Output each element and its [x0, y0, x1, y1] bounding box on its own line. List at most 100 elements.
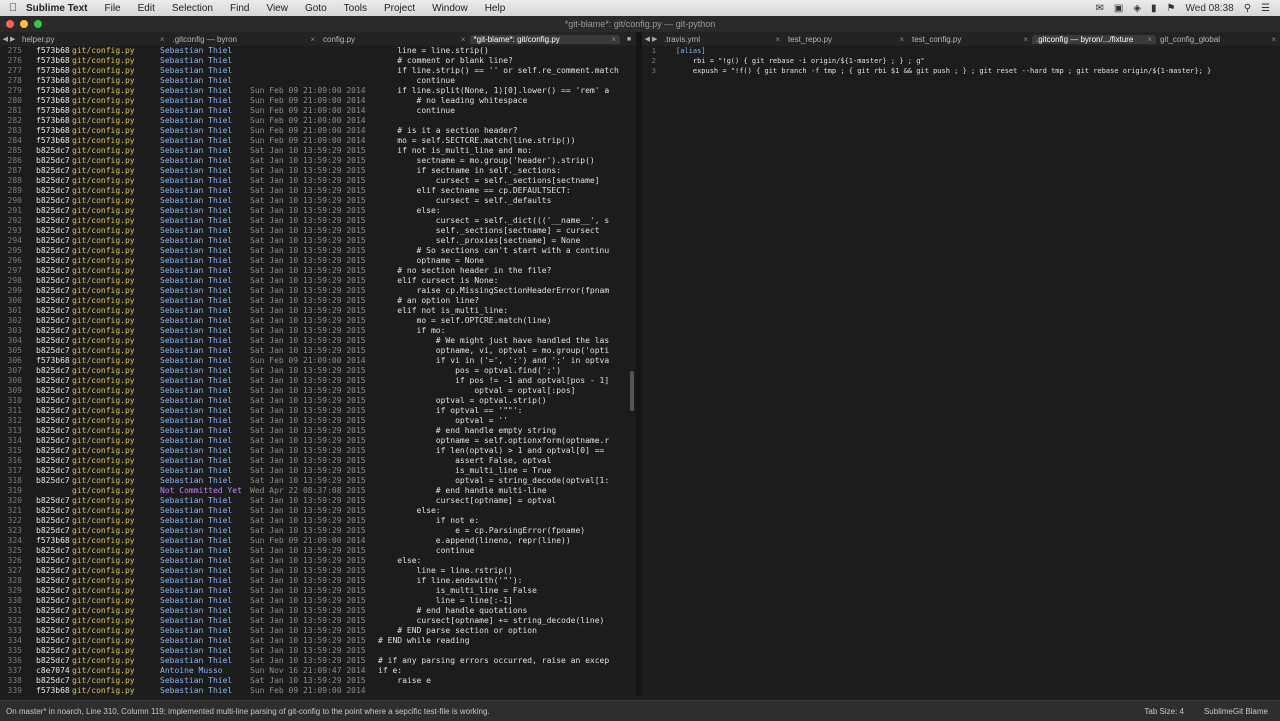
close-tab-icon[interactable]: × [1023, 35, 1028, 44]
menu-edit[interactable]: Edit [138, 3, 155, 14]
menu-tools[interactable]: Tools [344, 3, 367, 14]
commit-hash: b825dc7 [36, 456, 70, 465]
file-path: git/config.py [72, 446, 135, 455]
commit-date: Sat Jan 10 13:59:29 2015 [250, 306, 366, 315]
menu-selection[interactable]: Selection [172, 3, 213, 14]
tab-test-repo[interactable]: test_repo.py × [784, 35, 908, 44]
commit-date: Sat Jan 10 13:59:29 2015 [250, 416, 366, 425]
commit-date: Sat Jan 10 13:59:29 2015 [250, 186, 366, 195]
commit-date: Sat Jan 10 13:59:29 2015 [250, 526, 366, 535]
syntax-indicator[interactable]: SublimeGit Blame [1204, 707, 1268, 716]
tab-gitconfig-byron[interactable]: .gitconfig — byron × [169, 35, 320, 44]
close-tab-icon[interactable]: × [1147, 35, 1152, 44]
menu-help[interactable]: Help [485, 3, 506, 14]
line-number: 300 [7, 296, 22, 305]
blame-row: 298 b825dc7 git/config.py Sebastian Thiel Sa… [0, 276, 370, 286]
file-path: git/config.py [72, 496, 135, 505]
zoom-window-button[interactable] [34, 20, 42, 28]
file-path: git/config.py [72, 126, 135, 135]
close-tab-icon[interactable]: × [160, 35, 165, 44]
commit-date: Sat Jan 10 13:59:29 2015 [250, 596, 366, 605]
tab-config[interactable]: config.py × [319, 35, 470, 44]
file-path: git/config.py [72, 196, 135, 205]
commit-date: Sat Jan 10 13:59:29 2015 [250, 426, 366, 435]
blame-row: 279 f573b68 git/config.py Sebastian Thiel Su… [0, 86, 370, 96]
blame-row: 308 b825dc7 git/config.py Sebastian Thiel Sa… [0, 376, 370, 386]
commit-date: Sat Jan 10 13:59:29 2015 [250, 576, 366, 585]
line-number: 288 [7, 176, 22, 185]
code-line: if line.endswith('"'): [378, 576, 523, 585]
scrollbar[interactable] [630, 371, 634, 411]
tab-nav-arrows-icon[interactable]: ◀ ▶ [642, 35, 660, 43]
menu-find[interactable]: Find [230, 3, 249, 14]
close-tab-icon[interactable]: × [310, 35, 315, 44]
author-name: Sebastian Thiel [160, 566, 233, 575]
blame-row: 294 b825dc7 git/config.py Sebastian Thiel Sa… [0, 236, 370, 246]
file-path: git/config.py [72, 276, 135, 285]
menu-window[interactable]: Window [432, 3, 468, 14]
tab-git-config-global[interactable]: git_config_global × [1156, 35, 1280, 44]
minimize-window-button[interactable] [20, 20, 28, 28]
commit-date: Sat Jan 10 13:59:29 2015 [250, 236, 366, 245]
line-number: 335 [7, 646, 22, 655]
author-name: Sebastian Thiel [160, 116, 233, 125]
wifi-icon[interactable]: ◈ [1133, 3, 1141, 14]
right-editor-pane[interactable]: 1 [alias] 2 rbi = "!g() { git rebase -i or… [642, 46, 1280, 696]
list-icon[interactable]: ☰ [1261, 3, 1270, 14]
code-line: if e: [378, 666, 403, 675]
display-icon[interactable]: ▣ [1114, 3, 1123, 14]
menu-file[interactable]: File [105, 3, 121, 14]
left-editor-pane[interactable]: 275 f573b68 git/config.py Sebastian Thiel 27… [0, 46, 636, 696]
author-name: Sebastian Thiel [160, 506, 233, 515]
menu-app-name[interactable]: Sublime Text [26, 3, 88, 14]
file-path: git/config.py [72, 186, 135, 195]
code-line: # So sections can't start with a continu [378, 246, 610, 255]
file-path: git/config.py [72, 596, 135, 605]
line-number: 328 [7, 576, 22, 585]
file-path: git/config.py [72, 486, 135, 495]
commit-hash: b825dc7 [36, 556, 70, 565]
tab-gitconfig-fixture[interactable]: .gitconfig — byron/.../fixture × [1032, 34, 1156, 44]
close-tab-icon[interactable]: × [461, 35, 466, 44]
line-number: 299 [7, 286, 22, 295]
file-path: git/config.py [72, 46, 135, 55]
commit-date: Sat Jan 10 13:59:29 2015 [250, 376, 366, 385]
close-tab-icon[interactable]: × [899, 35, 904, 44]
close-tab-icon[interactable]: × [611, 35, 616, 44]
tab-git-blame[interactable]: *git-blame*: git/config.py × [469, 34, 620, 44]
menu-goto[interactable]: Goto [305, 3, 327, 14]
close-tab-icon[interactable]: × [775, 35, 780, 44]
tab-helper[interactable]: helper.py × [18, 35, 169, 44]
bell-icon[interactable]: ✉ [1095, 3, 1103, 14]
author-name: Sebastian Thiel [160, 276, 233, 285]
menu-project[interactable]: Project [384, 3, 415, 14]
code-area[interactable]: line = line.strip() # comment or blank l… [378, 46, 636, 686]
code-line: else: [378, 556, 422, 565]
blame-row: 307 b825dc7 git/config.py Sebastian Thiel Sa… [0, 366, 370, 376]
battery-icon[interactable]: ▮ [1151, 3, 1157, 14]
clock[interactable]: Wed 08:38 [1186, 3, 1234, 14]
search-icon[interactable]: ⚲ [1244, 3, 1251, 14]
tab-size-indicator[interactable]: Tab Size: 4 [1144, 707, 1184, 716]
menu-view[interactable]: View [266, 3, 288, 14]
blame-row: 281 f573b68 git/config.py Sebastian Thiel Su… [0, 106, 370, 116]
file-path: git/config.py [72, 426, 135, 435]
file-path: git/config.py [72, 316, 135, 325]
close-tab-icon[interactable]: × [1271, 35, 1276, 44]
close-window-button[interactable] [6, 20, 14, 28]
line-number: 336 [7, 656, 22, 665]
author-name: Sebastian Thiel [160, 266, 233, 275]
blame-row: 292 b825dc7 git/config.py Sebastian Thiel Sa… [0, 216, 370, 226]
author-name: Sebastian Thiel [160, 686, 233, 695]
tab-test-config[interactable]: test_config.py × [908, 35, 1032, 44]
flag-icon[interactable]: ⚑ [1167, 3, 1176, 14]
commit-hash: b825dc7 [36, 176, 70, 185]
tab-nav-arrows-icon[interactable]: ◀ ▶ [0, 35, 18, 43]
tab-travis[interactable]: .travis.yml × [660, 35, 784, 44]
line-number: 338 [7, 676, 22, 685]
apple-icon[interactable]:  [0, 2, 26, 14]
commit-hash: b825dc7 [36, 316, 70, 325]
commit-date: Sat Jan 10 13:59:29 2015 [250, 646, 366, 655]
line-number: 314 [7, 436, 22, 445]
line-number: 320 [7, 496, 22, 505]
